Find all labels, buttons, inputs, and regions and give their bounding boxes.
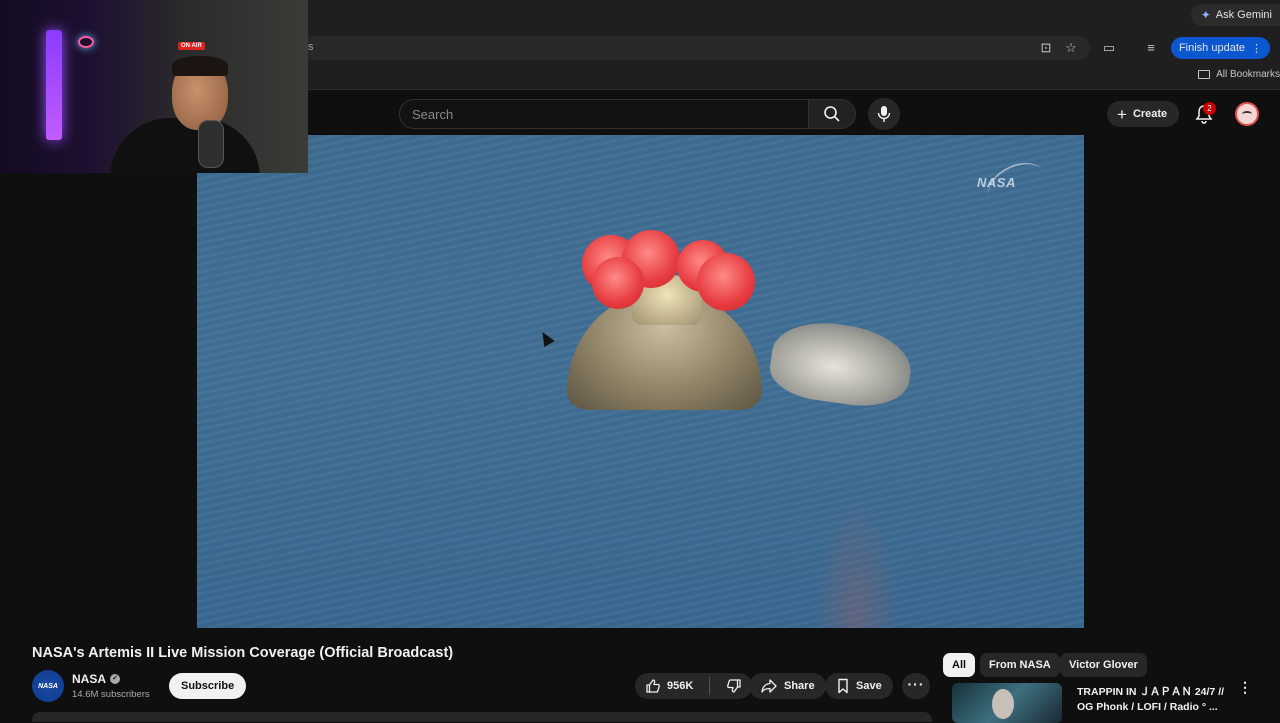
description-box[interactable] (32, 712, 932, 722)
studio-microphone (198, 120, 224, 168)
channel-name: NASA (72, 672, 107, 686)
neon-light (46, 30, 62, 140)
like-count: 956K (667, 680, 694, 692)
plus-icon: + (1117, 104, 1127, 124)
create-button[interactable]: + Create (1107, 101, 1180, 127)
folder-icon (1198, 70, 1211, 79)
recommendation-menu-icon[interactable]: ⋮ (1238, 680, 1252, 694)
finish-update-label: Finish update (1178, 42, 1245, 54)
recovery-boat (766, 315, 916, 413)
mouse-cursor (537, 328, 555, 348)
create-label: Create (1132, 108, 1168, 120)
on-air-sign: ON AIR (178, 42, 205, 50)
ask-gemini-button[interactable]: ✦ Ask Gemini (1190, 4, 1280, 26)
more-actions-button[interactable]: ··· (902, 673, 930, 699)
install-app-icon[interactable]: ⊡ (1038, 40, 1054, 56)
cast-icon[interactable]: ▭ (1101, 40, 1117, 56)
microphone-icon (877, 106, 891, 122)
address-bar-text: s (308, 41, 314, 53)
ask-gemini-label: Ask Gemini (1215, 9, 1272, 21)
kebab-menu-icon: ⋮ (1251, 42, 1262, 55)
search-button[interactable] (808, 99, 856, 129)
parachute-4 (592, 257, 644, 309)
channel-name-link[interactable]: NASA ✓ (72, 672, 121, 686)
search-box (399, 99, 809, 129)
reading-list-icon[interactable]: ≡ (1143, 40, 1159, 56)
parachute-5 (697, 253, 755, 311)
webcam-overlay: ON AIR (0, 0, 308, 173)
save-button[interactable]: Save (825, 673, 893, 699)
video-player[interactable]: NASA (197, 135, 1084, 628)
search-icon (824, 106, 840, 122)
search-input[interactable] (400, 100, 808, 128)
channel-avatar-text: NASA (38, 682, 58, 690)
video-title: NASA's Artemis II Live Mission Coverage … (32, 645, 454, 661)
bookmark-icon (838, 678, 848, 694)
neon-sign-icon (78, 36, 94, 48)
voice-search-button[interactable] (868, 98, 900, 130)
recommendation-thumbnail[interactable] (952, 683, 1062, 723)
finish-update-button[interactable]: Finish update ⋮ (1170, 37, 1270, 59)
share-label: Share (784, 680, 815, 692)
like-divider (709, 677, 711, 695)
subscribe-button[interactable]: Subscribe (169, 673, 247, 699)
recommendation-title[interactable]: TRAPPIN IN ＪＡＰＡＮ 24/7 // OG Phonk / LOFI… (1077, 685, 1227, 715)
all-bookmarks-button[interactable]: All Bookmarks (1198, 69, 1280, 80)
save-label: Save (856, 680, 882, 692)
nasa-watermark: NASA (977, 175, 1016, 190)
channel-avatar[interactable]: NASA (32, 670, 64, 702)
verified-check-icon: ✓ (110, 674, 121, 684)
share-arrow-icon (761, 679, 777, 693)
subscriber-count: 14.6M subscribers (72, 689, 150, 700)
share-button[interactable]: Share (749, 673, 826, 699)
thumbs-down-icon (727, 679, 741, 693)
streamer-hair (172, 56, 228, 76)
bookmark-star-icon[interactable]: ☆ (1063, 40, 1079, 56)
thumbs-up-icon (646, 679, 660, 693)
notification-count-badge: 2 (1203, 102, 1216, 115)
like-button[interactable]: 956K (635, 673, 703, 699)
like-dislike-group: 956K (635, 673, 753, 699)
account-avatar[interactable] (1235, 102, 1259, 126)
gemini-sparkle-icon: ✦ (1200, 8, 1211, 22)
chip-from-nasa[interactable]: From NASA (980, 653, 1060, 677)
all-bookmarks-label: All Bookmarks (1216, 69, 1280, 80)
dislike-button[interactable] (716, 673, 752, 699)
address-bar[interactable]: s (300, 36, 1090, 60)
chip-all[interactable]: All (943, 653, 976, 677)
chip-victor-glover[interactable]: Victor Glover (1060, 653, 1147, 677)
